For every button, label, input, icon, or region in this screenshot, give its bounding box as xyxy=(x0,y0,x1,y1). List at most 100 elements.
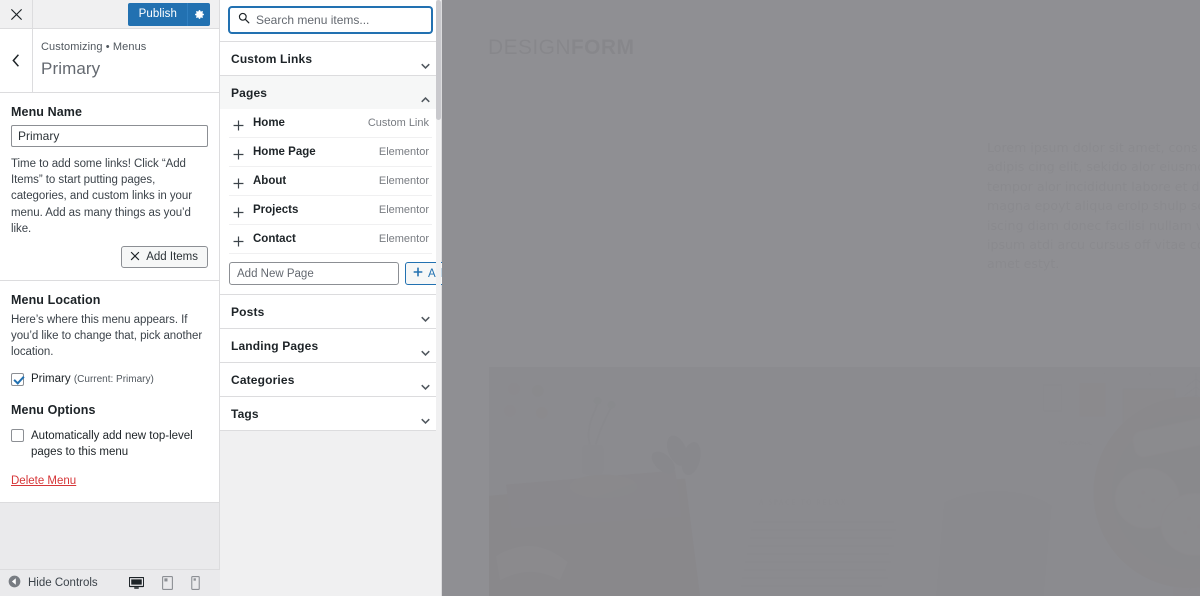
menu-location-description: Here’s where this menu appears. If you’d… xyxy=(11,314,203,359)
tablet-preview-icon[interactable] xyxy=(162,576,173,590)
list-item[interactable]: Contact Elementor xyxy=(229,225,432,254)
chevron-down-icon xyxy=(421,377,430,390)
logo-text-light: DESIGN xyxy=(488,36,571,59)
menu-name-panel: Menu Name Time to add some links! Click … xyxy=(0,93,219,282)
menu-options-title: Menu Options xyxy=(11,402,96,417)
back-icon[interactable] xyxy=(0,29,33,92)
customizer-app: Publish Customizing • Menus Primary Menu… xyxy=(0,0,1200,596)
list-item-name: About xyxy=(253,175,287,187)
site-logo[interactable]: DESIGNFORM xyxy=(488,36,634,60)
section-categories: Categories xyxy=(220,363,441,397)
menu-location-title: Menu Location xyxy=(11,293,101,308)
customizer-header: Customizing • Menus Primary xyxy=(0,29,219,93)
list-item[interactable]: Projects Elementor xyxy=(229,196,432,225)
customizer-topbar: Publish xyxy=(0,0,219,29)
menu-items-panel: Custom Links Pages Home C xyxy=(220,0,459,596)
list-item-type: Elementor xyxy=(378,146,429,158)
section-posts: Posts xyxy=(220,295,441,329)
section-label: Tags xyxy=(231,406,259,421)
page-title: Primary xyxy=(41,59,101,78)
list-item[interactable]: Home Custom Link xyxy=(229,109,432,138)
chevron-down-icon xyxy=(421,56,430,69)
section-header-pages[interactable]: Pages xyxy=(220,76,441,109)
mobile-preview-icon[interactable] xyxy=(191,576,200,590)
add-new-page-row: Add xyxy=(229,254,459,294)
list-item-name: Projects xyxy=(253,204,299,216)
search-input[interactable] xyxy=(256,13,431,27)
customizer-sidebar: Publish Customizing • Menus Primary Menu… xyxy=(0,0,220,596)
section-header-custom-links[interactable]: Custom Links xyxy=(220,42,441,75)
menu-name-input[interactable] xyxy=(11,125,208,147)
section-header-landing-pages[interactable]: Landing Pages xyxy=(220,329,441,362)
list-item[interactable]: Home Page Elementor xyxy=(229,138,432,167)
list-item-name: Home Page xyxy=(253,146,316,158)
pages-list: Home Custom Link Home Page Elementor Abo… xyxy=(220,109,459,294)
search-icon xyxy=(230,11,256,29)
menu-name-label: Menu Name xyxy=(11,105,83,119)
publish-button[interactable]: Publish xyxy=(127,3,187,26)
hero-image: A SPACE TO RELAX THE JOURNAL xyxy=(489,367,1200,596)
search-section xyxy=(220,0,441,42)
add-items-row: Add Items xyxy=(11,246,208,280)
section-header-categories[interactable]: Categories xyxy=(220,363,441,396)
add-items-label: Add Items xyxy=(146,251,198,264)
desktop-preview-icon[interactable] xyxy=(129,576,144,590)
delete-menu-link[interactable]: Delete Menu xyxy=(11,475,76,487)
checkbox-primary-label: Primary (Current: Primary) xyxy=(31,372,154,385)
hide-controls-label: Hide Controls xyxy=(28,577,98,589)
checkbox-primary-sublabel: (Current: Primary) xyxy=(73,373,154,385)
list-item-type: Custom Link xyxy=(367,117,429,129)
list-item-name: Home xyxy=(253,117,285,129)
checkbox-primary-location[interactable] xyxy=(11,372,24,386)
panel-filler xyxy=(220,431,441,596)
panel-scrollbar[interactable] xyxy=(436,0,441,596)
checkbox-auto-add-pages[interactable] xyxy=(11,428,24,442)
plus-icon xyxy=(233,205,244,217)
close-icon[interactable] xyxy=(0,0,33,28)
list-item[interactable]: About Elementor xyxy=(229,167,432,196)
chevron-up-icon xyxy=(421,90,430,102)
device-preview-group xyxy=(129,576,212,590)
customizer-footer: Hide Controls xyxy=(0,569,220,596)
section-label: Posts xyxy=(231,304,265,319)
hide-controls-button[interactable]: Hide Controls xyxy=(8,575,98,591)
add-new-page-input[interactable] xyxy=(229,262,399,285)
collapse-icon xyxy=(8,575,21,591)
section-pages: Pages Home Custom Link Home Page Element… xyxy=(220,76,459,295)
list-item-type: Elementor xyxy=(378,233,429,245)
site-preview[interactable]: DESIGNFORM Lorem ipsum dolor sit amet, c… xyxy=(442,0,1200,596)
section-label: Custom Links xyxy=(231,51,313,66)
plus-icon xyxy=(233,118,244,130)
menu-options-checkbox-row[interactable]: Automatically add new top-level pages to… xyxy=(11,428,208,460)
list-item-type: Elementor xyxy=(378,204,429,216)
chevron-down-icon xyxy=(421,411,430,424)
section-header-tags[interactable]: Tags xyxy=(220,397,441,430)
intro-paragraph: Lorem ipsum dolor sit amet, cons ectet a… xyxy=(987,140,1200,272)
menu-location-checkbox-row[interactable]: Primary (Current: Primary) xyxy=(11,372,208,387)
svg-text:A SPACE TO RELAX: A SPACE TO RELAX xyxy=(759,498,848,506)
list-item-name: Contact xyxy=(253,233,296,245)
scrollbar-thumb[interactable] xyxy=(436,0,441,120)
add-items-button[interactable]: Add Items xyxy=(121,246,208,269)
section-custom-links: Custom Links xyxy=(220,42,441,76)
section-label: Landing Pages xyxy=(231,338,319,353)
header-titles: Customizing • Menus Primary xyxy=(33,29,146,92)
checkbox-auto-add-label: Automatically add new top-level pages to… xyxy=(31,429,193,458)
gear-icon[interactable] xyxy=(187,3,210,26)
chevron-down-icon xyxy=(421,309,430,322)
svg-text:THE JOURNAL: THE JOURNAL xyxy=(1058,441,1093,447)
plus-icon xyxy=(233,147,244,159)
publish-group: Publish xyxy=(127,3,210,26)
plus-icon xyxy=(413,267,423,280)
menu-helper-text: Time to add some links! Click “Add Items… xyxy=(11,158,193,235)
breadcrumb: Customizing • Menus xyxy=(41,41,147,53)
section-label: Categories xyxy=(231,372,295,387)
section-header-posts[interactable]: Posts xyxy=(220,295,441,328)
search-box[interactable] xyxy=(229,7,432,33)
plus-icon xyxy=(233,234,244,246)
section-landing-pages: Landing Pages xyxy=(220,329,441,363)
preview-content: DESIGNFORM Lorem ipsum dolor sit amet, c… xyxy=(442,0,1200,596)
list-item-type: Elementor xyxy=(378,175,429,187)
section-label: Pages xyxy=(231,85,268,100)
menu-location-panel: Menu Location Here’s where this menu app… xyxy=(0,281,219,503)
